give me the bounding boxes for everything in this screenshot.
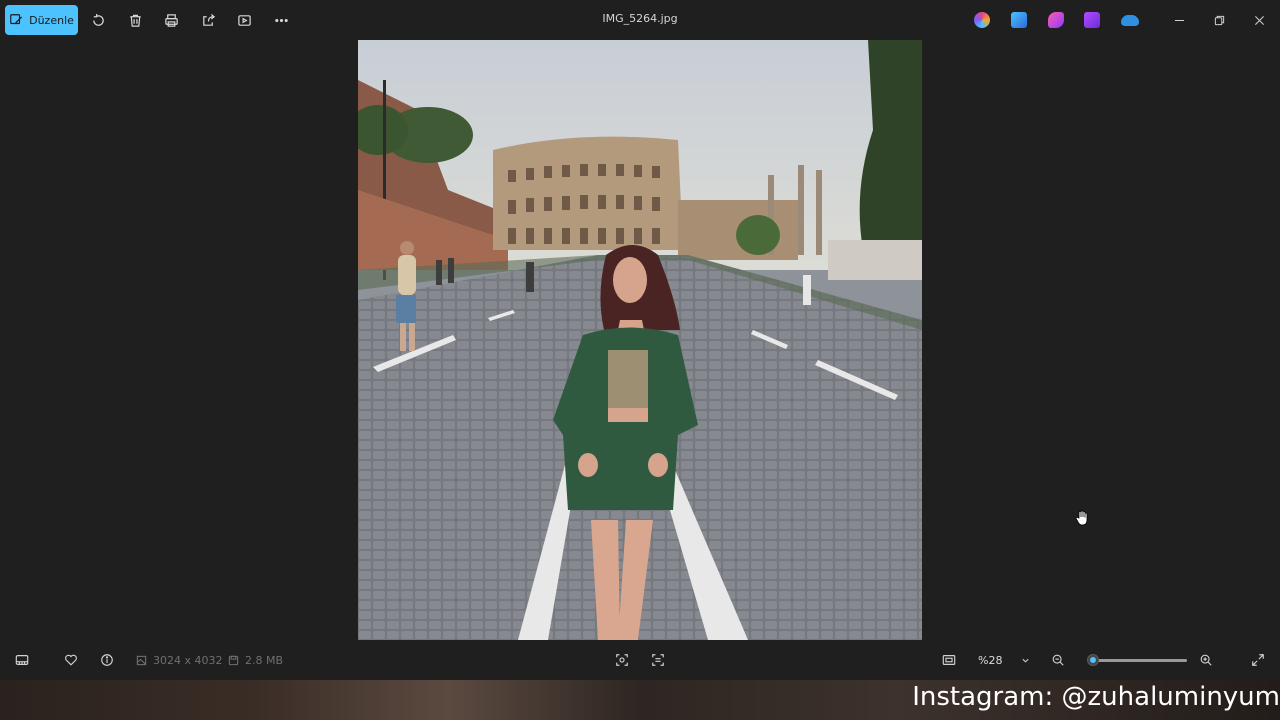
fullscreen-button[interactable] bbox=[1250, 652, 1266, 668]
text-scan-icon bbox=[652, 654, 664, 666]
info-icon bbox=[101, 654, 113, 666]
edit-button[interactable]: Düzenle bbox=[5, 5, 78, 35]
zoom-dropdown[interactable]: %28 bbox=[970, 649, 1036, 671]
fit-window-icon bbox=[942, 655, 956, 665]
edit-button-label: Düzenle bbox=[29, 13, 74, 27]
delete-icon bbox=[129, 14, 141, 27]
chevron-down-icon bbox=[1022, 658, 1029, 663]
restore-icon bbox=[1214, 15, 1224, 25]
file-size: 2.8 MB bbox=[228, 654, 283, 667]
zoom-out-button[interactable] bbox=[1050, 652, 1066, 668]
hand-cursor-icon bbox=[1075, 510, 1088, 526]
print-icon bbox=[164, 13, 178, 27]
text-scan-button[interactable] bbox=[650, 652, 666, 668]
onedrive-icon[interactable] bbox=[1121, 15, 1139, 26]
visual-search-button[interactable] bbox=[614, 652, 630, 668]
dimensions-icon bbox=[136, 655, 147, 666]
visual-search-icon bbox=[616, 654, 628, 666]
video-background-strip: Instagram: @zuhaluminyum bbox=[0, 680, 1280, 720]
clipchamp-icon[interactable] bbox=[1048, 12, 1064, 28]
print-button[interactable] bbox=[161, 10, 181, 30]
heart-icon bbox=[65, 654, 77, 666]
fullscreen-icon bbox=[1252, 654, 1264, 666]
photos-app-window: Düzenle IMG_5264.jpg 3024 x 4032 2.8 MB … bbox=[0, 0, 1280, 680]
zoom-slider-thumb[interactable] bbox=[1086, 654, 1099, 666]
fit-to-window-button[interactable] bbox=[941, 652, 957, 668]
filmstrip-button[interactable] bbox=[14, 652, 30, 668]
close-icon bbox=[1254, 15, 1264, 25]
share-icon bbox=[202, 13, 215, 26]
zoom-out-icon bbox=[1052, 654, 1064, 666]
instagram-watermark: Instagram: @zuhaluminyum bbox=[912, 682, 1280, 712]
minimize-icon bbox=[1174, 19, 1184, 21]
zoom-in-button[interactable] bbox=[1198, 652, 1214, 668]
slideshow-icon bbox=[237, 14, 251, 26]
share-button[interactable] bbox=[198, 10, 218, 30]
more-button[interactable] bbox=[271, 10, 291, 30]
edit-icon bbox=[10, 14, 23, 25]
copilot-icon[interactable] bbox=[974, 12, 990, 28]
disk-icon bbox=[228, 655, 239, 666]
dimensions-value: 3024 x 4032 bbox=[153, 654, 223, 667]
image-dimensions: 3024 x 4032 bbox=[136, 654, 223, 667]
zoom-in-icon bbox=[1200, 654, 1212, 666]
rotate-icon bbox=[92, 13, 104, 26]
info-button[interactable] bbox=[99, 652, 115, 668]
designer-icon[interactable] bbox=[1011, 12, 1027, 28]
file-title: IMG_5264.jpg bbox=[602, 12, 678, 25]
zoom-slider-track[interactable] bbox=[1088, 659, 1187, 662]
photos-icon[interactable] bbox=[1084, 12, 1100, 28]
delete-button[interactable] bbox=[125, 10, 145, 30]
file-size-value: 2.8 MB bbox=[245, 654, 284, 667]
zoom-value: %28 bbox=[978, 653, 1003, 667]
restore-button[interactable] bbox=[1209, 10, 1229, 30]
filmstrip-icon bbox=[15, 655, 29, 665]
rotate-button[interactable] bbox=[88, 10, 108, 30]
favorite-button[interactable] bbox=[63, 652, 79, 668]
photo-viewer-image[interactable] bbox=[358, 40, 922, 640]
slideshow-button[interactable] bbox=[234, 10, 254, 30]
top-toolbar: Düzenle IMG_5264.jpg bbox=[0, 0, 1280, 40]
more-icon bbox=[274, 18, 288, 22]
minimize-button[interactable] bbox=[1169, 10, 1189, 30]
bottom-statusbar: 3024 x 4032 2.8 MB %28 bbox=[0, 640, 1280, 680]
close-button[interactable] bbox=[1249, 10, 1269, 30]
